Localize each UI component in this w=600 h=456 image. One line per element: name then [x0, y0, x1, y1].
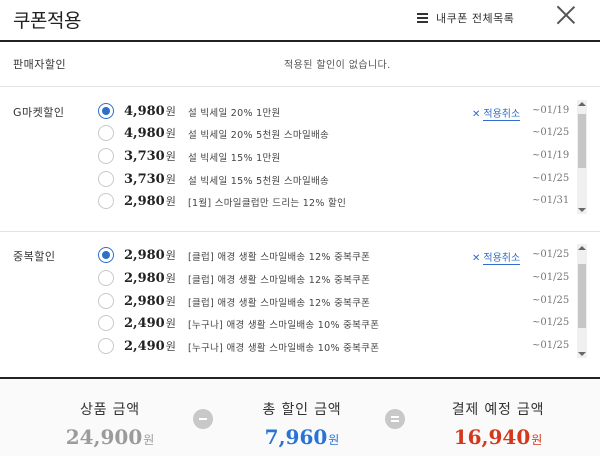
coupon-expiry: ~01/25: [532, 317, 570, 328]
payment-amount-label: 결제 예정 금액: [451, 402, 545, 418]
coupon-row: 2,980원 [클럽] 애경 생활 스마일배송 12% 중복쿠폰 ~01/25: [98, 290, 576, 312]
coupon-expiry: ~01/19: [532, 150, 570, 161]
coupon-radio[interactable]: [98, 315, 114, 331]
coupon-name: 설 빅세일 15% 5천원 스마일배송: [188, 176, 330, 187]
header: 쿠폰적용 내쿠폰 전체목록: [0, 0, 600, 40]
payment-amount: 결제 예정 금액 16,940원: [428, 399, 568, 449]
coupon-row: 4,980원 설 빅세일 20% 1만원 ✕ 적용취소 ~01/19: [98, 100, 576, 122]
scroll-down-icon[interactable]: [578, 208, 586, 212]
coupon-amount: 2,980원: [124, 294, 176, 309]
scrollbar-thumb[interactable]: [578, 114, 586, 168]
coupon-amount: 3,730원: [124, 149, 176, 164]
coupon-expiry: ~01/25: [532, 272, 570, 283]
coupon-amount: 2,980원: [124, 248, 176, 263]
menu-icon: [417, 13, 428, 23]
gmarket-discount-label: G마켓할인: [13, 106, 65, 119]
coupon-amount: 2,490원: [124, 316, 176, 331]
coupon-name: [1월] 스마일클럽만 드리는 12% 할인: [188, 198, 347, 209]
product-amount-label: 상품 금액: [80, 402, 140, 418]
price-summary: 상품 금액 24,900원 총 할인 금액 7,960원 결제 예정 금액 16…: [0, 377, 600, 456]
scrollbar[interactable]: [577, 100, 587, 214]
coupon-radio[interactable]: [98, 293, 114, 309]
coupon-expiry: ~01/19: [532, 105, 570, 116]
coupon-amount: 2,980원: [124, 271, 176, 286]
close-icon: ✕: [472, 109, 481, 120]
close-icon[interactable]: [556, 5, 576, 25]
coupon-radio[interactable]: [98, 148, 114, 164]
section-divider: [0, 86, 600, 87]
scroll-up-icon[interactable]: [578, 102, 586, 106]
coupon-list-label: 내쿠폰 전체목록: [436, 12, 515, 25]
coupon-row: 2,980원 [1월] 스마일클럽만 드리는 12% 할인 ~01/31: [98, 190, 576, 212]
coupon-expiry: ~01/25: [532, 340, 570, 351]
duplicate-discount-label: 중복할인: [13, 250, 56, 263]
coupon-radio[interactable]: [98, 125, 114, 141]
coupon-amount: 4,980원: [124, 104, 176, 119]
coupon-name: [누구나] 애경 생활 스마일배송 10% 중복쿠폰: [188, 320, 380, 331]
close-icon: ✕: [472, 253, 481, 264]
coupon-expiry: ~01/25: [532, 127, 570, 138]
coupon-row: 3,730원 설 빅세일 15% 5천원 스마일배송 ~01/25: [98, 168, 576, 190]
coupon-row: 4,980원 설 빅세일 20% 5천원 스마일배송 ~01/25: [98, 122, 576, 144]
coupon-expiry: ~01/25: [532, 295, 570, 306]
payment-amount-value: 16,940원: [453, 425, 543, 449]
cancel-coupon-link[interactable]: ✕ 적용취소: [472, 249, 521, 265]
coupon-row: 2,490원 [누구나] 애경 생활 스마일배송 10% 중복쿠폰 ~01/25: [98, 312, 576, 334]
section-divider: [0, 231, 600, 232]
coupon-radio[interactable]: [98, 171, 114, 187]
coupon-radio[interactable]: [98, 247, 114, 263]
coupon-name: [클럽] 애경 생활 스마일배송 12% 중복쿠폰: [188, 298, 371, 309]
equals-icon: [385, 409, 405, 429]
scroll-down-icon[interactable]: [578, 352, 586, 356]
coupon-radio[interactable]: [98, 193, 114, 209]
seller-discount-label: 판매자할인: [13, 58, 67, 71]
product-amount-value: 24,900원: [65, 425, 155, 449]
header-divider: [0, 40, 600, 42]
scrollbar[interactable]: [577, 244, 587, 358]
coupon-amount: 2,490원: [124, 339, 176, 354]
coupon-amount: 4,980원: [124, 126, 176, 141]
page-title: 쿠폰적용: [13, 10, 81, 32]
coupon-name: [클럽] 애경 생활 스마일배송 12% 중복쿠폰: [188, 275, 371, 286]
coupon-name: [누구나] 애경 생활 스마일배송 10% 중복쿠폰: [188, 343, 380, 354]
total-discount-value: 7,960원: [264, 425, 340, 449]
coupon-amount: 2,980원: [124, 194, 176, 209]
coupon-expiry: ~01/31: [532, 195, 570, 206]
total-discount-label: 총 할인 금액: [262, 402, 342, 418]
coupon-list-button[interactable]: 내쿠폰 전체목록: [417, 10, 514, 26]
scroll-up-icon[interactable]: [578, 246, 586, 250]
coupon-radio[interactable]: [98, 103, 114, 119]
coupon-name: 설 빅세일 20% 5천원 스마일배송: [188, 130, 330, 141]
cancel-coupon-link[interactable]: ✕ 적용취소: [472, 105, 521, 121]
coupon-name: 설 빅세일 20% 1만원: [188, 108, 281, 119]
coupon-name: [클럽] 애경 생활 스마일배송 12% 중복쿠폰: [188, 252, 371, 263]
coupon-amount: 3,730원: [124, 172, 176, 187]
total-discount: 총 할인 금액 7,960원: [240, 399, 364, 449]
coupon-radio[interactable]: [98, 270, 114, 286]
coupon-row: 2,980원 [클럽] 애경 생활 스마일배송 12% 중복쿠폰 ✕ 적용취소 ~…: [98, 244, 576, 266]
coupon-name: 설 빅세일 15% 1만원: [188, 153, 281, 164]
coupon-expiry: ~01/25: [532, 173, 570, 184]
minus-icon: [193, 409, 213, 429]
coupon-row: 3,730원 설 빅세일 15% 1만원 ~01/19: [98, 145, 576, 167]
product-amount: 상품 금액 24,900원: [55, 399, 165, 449]
coupon-row: 2,490원 [누구나] 애경 생활 스마일배송 10% 중복쿠폰 ~01/25: [98, 335, 576, 357]
coupon-row: 2,980원 [클럽] 애경 생활 스마일배송 12% 중복쿠폰 ~01/25: [98, 267, 576, 289]
scrollbar-thumb[interactable]: [578, 264, 586, 328]
coupon-radio[interactable]: [98, 338, 114, 354]
seller-discount-message: 적용된 할인이 없습니다.: [284, 60, 391, 71]
coupon-expiry: ~01/25: [532, 249, 570, 260]
